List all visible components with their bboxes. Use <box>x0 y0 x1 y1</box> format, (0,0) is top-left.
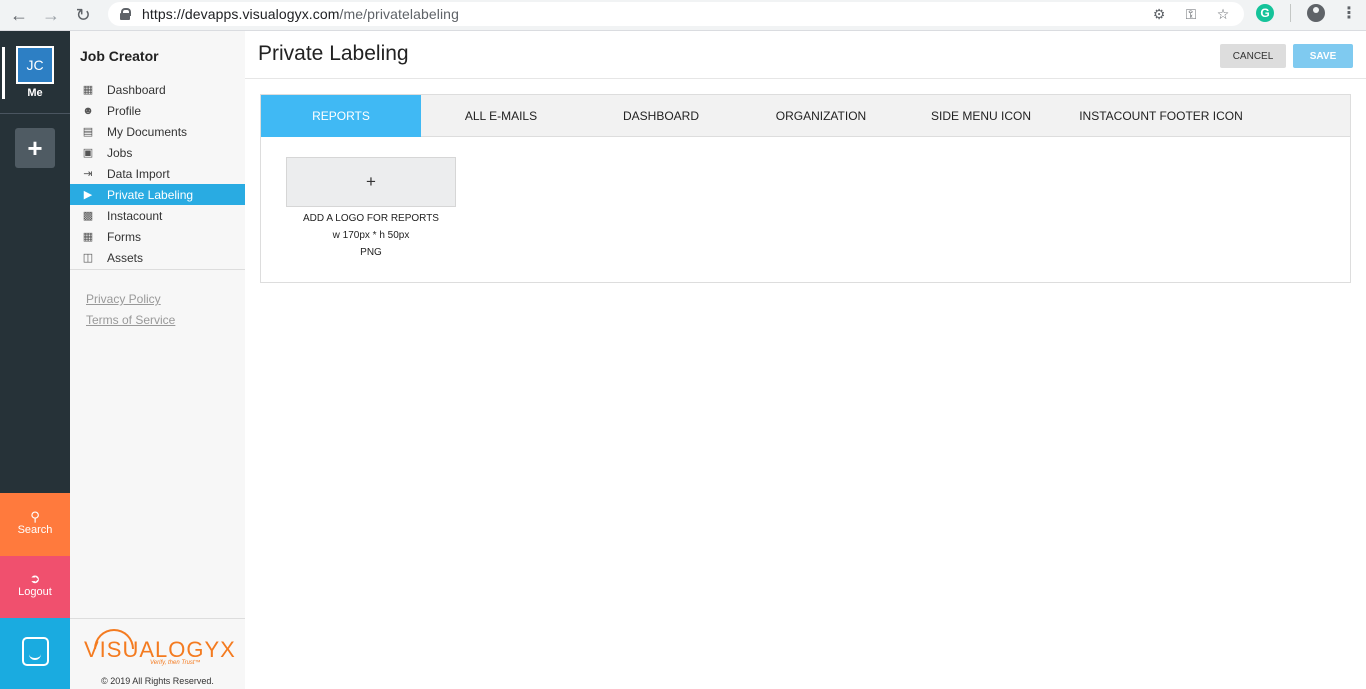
labeling-panel: REPORTS ALL E-MAILS DASHBOARD ORGANIZATI… <box>260 94 1351 283</box>
app-rail: JC Me + ⚲ Search ➲ Logout <box>0 31 70 689</box>
sidebar-item-dashboard[interactable]: ▦ Dashboard <box>70 79 245 100</box>
search-icon: ⚲ <box>30 509 40 524</box>
tab-bar: REPORTS ALL E-MAILS DASHBOARD ORGANIZATI… <box>261 95 1350 137</box>
terms-of-service-link[interactable]: Terms of Service <box>86 313 175 327</box>
page-title: Private Labeling <box>258 42 409 65</box>
documents-icon: ▤ <box>82 126 94 138</box>
sidebar-item-label: Data Import <box>107 166 170 181</box>
sidebar-footer-divider <box>70 618 245 619</box>
visualogyx-logo: VISUALOGYX Verify, then Trust™ <box>84 629 235 673</box>
main-content: Private Labeling CANCEL SAVE REPORTS ALL… <box>245 31 1366 689</box>
sidebar-item-label: Instacount <box>107 208 163 223</box>
upload-instruction: ADD A LOGO FOR REPORTS <box>303 213 439 224</box>
rail-divider <box>0 113 70 114</box>
chat-icon <box>22 637 49 666</box>
tab-reports[interactable]: REPORTS <box>261 95 421 137</box>
forward-icon[interactable]: → <box>38 2 64 28</box>
header-divider <box>245 78 1366 79</box>
sidebar-item-assets[interactable]: ◫ Assets <box>70 247 245 268</box>
tab-instacount-footer-icon[interactable]: INSTACOUNT FOOTER ICON <box>1061 95 1261 137</box>
grammarly-extension-icon[interactable]: G <box>1256 4 1274 22</box>
star-icon[interactable]: ☆ <box>1214 5 1232 23</box>
sidebar-title: Job Creator <box>80 48 159 64</box>
search-button[interactable]: ⚲ Search <box>0 493 70 556</box>
back-icon[interactable]: ← <box>6 2 32 28</box>
sidebar-item-label: Profile <box>107 103 142 118</box>
upload-format: PNG <box>360 247 382 258</box>
profile-icon: ☻ <box>82 104 94 117</box>
sidebar-item-label: Private Labeling <box>107 187 194 202</box>
sidebar-item-label: Jobs <box>107 145 133 160</box>
sidebar-item-data-import[interactable]: ⇥ Data Import <box>70 163 245 184</box>
privacy-policy-link[interactable]: Privacy Policy <box>86 292 161 306</box>
logout-button[interactable]: ➲ Logout <box>0 556 70 618</box>
sidebar-item-profile[interactable]: ☻ Profile <box>70 100 245 121</box>
avatar[interactable]: JC <box>16 46 54 84</box>
sidebar-divider <box>70 269 245 270</box>
sidebar-item-label: Dashboard <box>107 82 166 97</box>
logout-icon: ➲ <box>29 571 41 586</box>
sidebar-item-private-labeling[interactable]: ▶ Private Labeling <box>70 184 245 205</box>
reload-icon[interactable]: ↻ <box>70 2 96 28</box>
assets-icon: ◫ <box>82 252 94 264</box>
tab-dashboard[interactable]: DASHBOARD <box>581 95 741 137</box>
cancel-button[interactable]: CANCEL <box>1220 44 1286 68</box>
instacount-icon: ▩ <box>82 210 94 222</box>
copyright: © 2019 All Rights Reserved. <box>101 676 214 686</box>
lock-icon <box>120 8 131 20</box>
url-text: https://devapps.visualogyx.com/me/privat… <box>142 6 459 22</box>
import-icon: ⇥ <box>83 168 93 180</box>
sidebar: Job Creator ▦ Dashboard ☻ Profile ▤ My D… <box>70 31 245 689</box>
browser-toolbar: ← → ↻ https://devapps.visualogyx.com/me/… <box>0 0 1366 31</box>
account-icon[interactable] <box>1307 4 1325 22</box>
search-label: Search <box>17 524 53 536</box>
sidebar-item-instacount[interactable]: ▩ Instacount <box>70 205 245 226</box>
site-settings-icon[interactable]: ⚙ <box>1150 5 1168 23</box>
sidebar-item-jobs[interactable]: ▣ Jobs <box>70 142 245 163</box>
tab-side-menu-icon[interactable]: SIDE MENU ICON <box>901 95 1061 137</box>
toolbar-separator <box>1290 4 1291 22</box>
tag-icon: ▶ <box>83 189 93 201</box>
logo-tagline: Verify, then Trust™ <box>150 660 201 666</box>
tab-all-emails[interactable]: ALL E-MAILS <box>421 95 581 137</box>
form-icon: ▦ <box>82 231 94 243</box>
address-bar[interactable]: https://devapps.visualogyx.com/me/privat… <box>108 2 1244 26</box>
sidebar-menu: ▦ Dashboard ☻ Profile ▤ My Documents ▣ J… <box>70 79 245 268</box>
dashboard-icon: ▦ <box>82 84 94 96</box>
me-label: Me <box>27 87 43 99</box>
more-menu-icon[interactable]: ⋮ <box>1341 3 1357 23</box>
sidebar-item-label: Forms <box>107 229 141 244</box>
briefcase-icon: ▣ <box>82 147 94 159</box>
logout-label: Logout <box>18 586 52 598</box>
sidebar-item-my-documents[interactable]: ▤ My Documents <box>70 121 245 142</box>
sidebar-item-label: Assets <box>107 250 144 265</box>
sidebar-item-forms[interactable]: ▦ Forms <box>70 226 245 247</box>
add-logo-button[interactable]: + <box>286 157 456 207</box>
chat-button[interactable] <box>0 618 70 689</box>
key-icon[interactable]: ⚿ <box>1182 5 1200 23</box>
tab-organization[interactable]: ORGANIZATION <box>741 95 901 137</box>
sidebar-item-label: My Documents <box>107 124 188 139</box>
save-button[interactable]: SAVE <box>1293 44 1353 68</box>
add-button[interactable]: + <box>15 128 55 168</box>
upload-dimensions: w 170px * h 50px <box>332 230 410 241</box>
